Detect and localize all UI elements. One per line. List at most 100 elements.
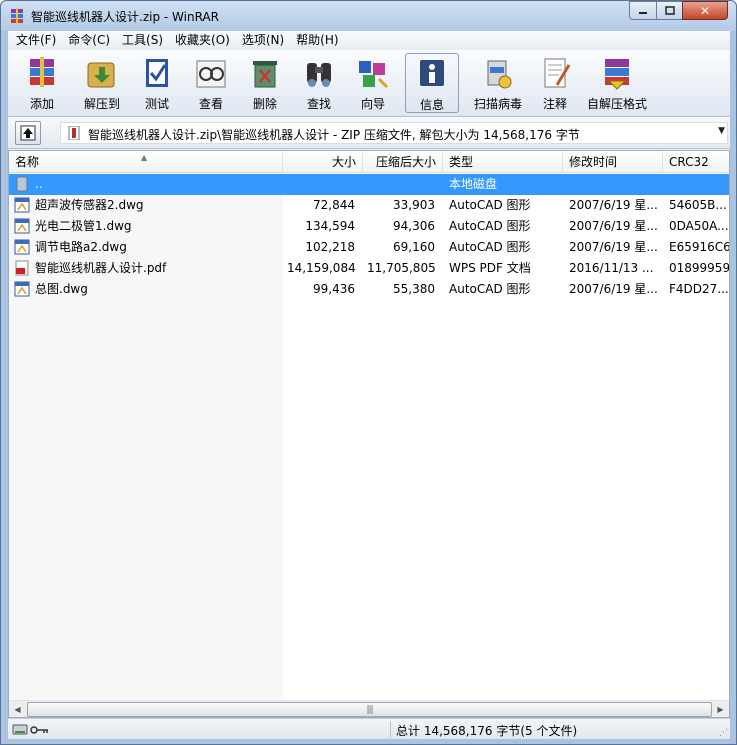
virus-scan-label: 扫描病毒 bbox=[473, 97, 522, 111]
file-name: .. bbox=[35, 177, 43, 191]
dwg-file-icon bbox=[14, 281, 30, 297]
parent-folder-icon bbox=[16, 176, 28, 192]
file-row[interactable]: 超声波传感器2.dwg 72,844 33,903 AutoCAD 图形 200… bbox=[9, 195, 729, 216]
file-packed: 55,380 bbox=[393, 282, 435, 296]
file-modified bbox=[565, 174, 663, 195]
find-button[interactable]: 查找 bbox=[296, 53, 342, 113]
wizard-icon bbox=[359, 61, 389, 89]
file-size: 99,436 bbox=[313, 282, 355, 296]
file-crc: F4DD27... bbox=[669, 282, 729, 296]
scroll-left-icon[interactable]: ◀ bbox=[9, 701, 26, 717]
comment-button[interactable]: 注释 bbox=[532, 53, 578, 113]
info-icon bbox=[420, 60, 444, 86]
file-name: 智能巡线机器人设计.pdf bbox=[35, 261, 167, 275]
address-field[interactable]: 智能巡线机器人设计.zip\智能巡线机器人设计 - ZIP 压缩文件, 解包大小… bbox=[60, 122, 728, 144]
file-packed: 69,160 bbox=[393, 240, 435, 254]
file-modified: 2007/6/19 星... bbox=[569, 219, 658, 233]
file-row[interactable]: 总图.dwg 99,436 55,380 AutoCAD 图形 2007/6/1… bbox=[9, 279, 729, 300]
find-icon bbox=[307, 63, 331, 87]
dwg-file-icon bbox=[14, 239, 30, 255]
column-header: 名称 ▲ 大小 压缩后大小 类型 修改时间 CRC32 bbox=[9, 151, 729, 173]
window-title: 智能巡线机器人设计.zip - WinRAR bbox=[31, 10, 219, 24]
menu-tools[interactable]: 工具(S) bbox=[114, 31, 167, 50]
resize-grip-icon[interactable]: ⋰ bbox=[719, 728, 728, 738]
file-name: 光电二极管1.dwg bbox=[35, 219, 132, 233]
file-row-parent[interactable]: .. 本地磁盘 bbox=[9, 174, 729, 195]
maximize-button[interactable] bbox=[656, 1, 683, 20]
status-summary: 总计 14,568,176 字节(5 个文件) bbox=[396, 724, 578, 738]
virus-scan-icon bbox=[487, 60, 512, 89]
add-archive-icon bbox=[30, 57, 54, 87]
file-size: 72,844 bbox=[313, 198, 355, 212]
menu-help[interactable]: 帮助(H) bbox=[288, 31, 342, 50]
column-modified[interactable]: 修改时间 bbox=[563, 151, 663, 173]
title-bar[interactable]: 智能巡线机器人设计.zip - WinRAR ✕ bbox=[1, 1, 736, 31]
menu-options[interactable]: 选项(N) bbox=[234, 31, 288, 50]
menu-favorites[interactable]: 收藏夹(O) bbox=[167, 31, 234, 50]
file-name: 超声波传感器2.dwg bbox=[35, 198, 144, 212]
info-button[interactable]: 信息 bbox=[405, 53, 459, 113]
file-type: AutoCAD 图形 bbox=[449, 219, 531, 233]
column-type[interactable]: 类型 bbox=[443, 151, 563, 173]
delete-button[interactable]: 删除 bbox=[242, 53, 288, 113]
toolbar: 添加 解压到 测试 查看 删除 查找 向导 信息 扫描病毒 注释 自解压格式 bbox=[8, 50, 730, 117]
close-button[interactable]: ✕ bbox=[682, 1, 728, 20]
scrollbar-thumb[interactable]: ||| bbox=[27, 702, 712, 717]
status-separator bbox=[390, 721, 391, 738]
file-row[interactable]: 光电二极管1.dwg 134,594 94,306 AutoCAD 图形 200… bbox=[9, 216, 729, 237]
extract-to-label: 解压到 bbox=[83, 97, 120, 111]
file-crc: 54605B... bbox=[669, 198, 727, 212]
menu-bar: 文件(F) 命令(C) 工具(S) 收藏夹(O) 选项(N) 帮助(H) bbox=[8, 31, 730, 50]
address-bar: 智能巡线机器人设计.zip\智能巡线机器人设计 - ZIP 压缩文件, 解包大小… bbox=[8, 117, 730, 149]
file-size: 102,218 bbox=[305, 240, 355, 254]
view-button[interactable]: 查看 bbox=[188, 53, 234, 113]
test-button[interactable]: 测试 bbox=[134, 53, 180, 113]
column-size[interactable]: 大小 bbox=[283, 151, 363, 173]
file-list: 名称 ▲ 大小 压缩后大小 类型 修改时间 CRC32 .. 本地磁盘 超声波传… bbox=[8, 150, 730, 718]
dropdown-arrow-icon[interactable]: ▼ bbox=[718, 126, 725, 136]
file-type: 本地磁盘 bbox=[449, 177, 498, 191]
find-label: 查找 bbox=[306, 97, 331, 111]
scroll-right-icon[interactable]: ▶ bbox=[712, 701, 729, 717]
arrow-up-icon bbox=[20, 125, 36, 141]
winrar-window: 智能巡线机器人设计.zip - WinRAR ✕ 文件(F) 命令(C) 工具(… bbox=[0, 0, 737, 745]
test-label: 测试 bbox=[144, 97, 169, 111]
pdf-file-icon bbox=[15, 260, 29, 276]
file-row[interactable]: 智能巡线机器人设计.pdf 14,159,084 11,705,805 WPS … bbox=[9, 258, 729, 279]
wizard-button[interactable]: 向导 bbox=[350, 53, 396, 113]
close-icon: ✕ bbox=[699, 3, 711, 18]
minimize-button[interactable] bbox=[629, 1, 657, 20]
sfx-button[interactable]: 自解压格式 bbox=[584, 53, 650, 113]
menu-file[interactable]: 文件(F) bbox=[8, 31, 60, 50]
wizard-label: 向导 bbox=[360, 97, 385, 111]
file-size: 14,159,084 bbox=[287, 261, 356, 275]
column-name[interactable]: 名称 ▲ bbox=[9, 151, 283, 173]
file-row[interactable]: 调节电路a2.dwg 102,218 69,160 AutoCAD 图形 200… bbox=[9, 237, 729, 258]
column-packed[interactable]: 压缩后大小 bbox=[363, 151, 443, 173]
zip-archive-icon bbox=[68, 126, 80, 140]
minimize-icon bbox=[639, 11, 647, 14]
extract-to-icon bbox=[87, 62, 115, 88]
column-name-label: 名称 bbox=[15, 155, 40, 169]
file-size bbox=[283, 174, 359, 195]
file-modified: 2007/6/19 星... bbox=[569, 282, 658, 296]
view-icon bbox=[196, 60, 226, 88]
file-packed: 94,306 bbox=[393, 219, 435, 233]
sfx-label: 自解压格式 bbox=[586, 97, 647, 111]
file-crc: E65916C6 bbox=[669, 240, 729, 254]
horizontal-scrollbar[interactable]: ◀ ||| ▶ bbox=[9, 700, 729, 717]
extract-to-button[interactable]: 解压到 bbox=[74, 53, 130, 113]
add-label: 添加 bbox=[29, 97, 54, 111]
file-size: 134,594 bbox=[305, 219, 355, 233]
virus-scan-button[interactable]: 扫描病毒 bbox=[469, 53, 527, 113]
dwg-file-icon bbox=[14, 197, 30, 213]
file-modified: 2016/11/13 ... bbox=[569, 261, 654, 275]
menu-commands[interactable]: 命令(C) bbox=[60, 31, 114, 50]
file-type: AutoCAD 图形 bbox=[449, 198, 531, 212]
file-name: 总图.dwg bbox=[35, 282, 88, 296]
column-crc[interactable]: CRC32 bbox=[663, 151, 729, 173]
file-crc bbox=[665, 174, 729, 195]
comment-label: 注释 bbox=[542, 97, 567, 111]
add-button[interactable]: 添加 bbox=[16, 53, 68, 113]
up-one-level-button[interactable] bbox=[15, 121, 41, 145]
